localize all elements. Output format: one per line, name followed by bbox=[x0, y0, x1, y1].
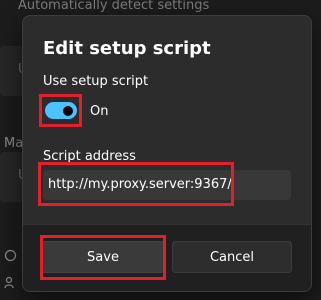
help-icon bbox=[4, 249, 17, 265]
use-setup-script-toggle[interactable] bbox=[45, 102, 77, 119]
feedback-icon bbox=[4, 276, 17, 292]
settings-page: Automatically detect settings U Ma U Edi… bbox=[0, 0, 321, 300]
cancel-button[interactable]: Cancel bbox=[172, 241, 292, 273]
edit-setup-script-dialog: Edit setup script Use setup script On Sc… bbox=[22, 15, 312, 292]
toggle-state-label: On bbox=[90, 104, 109, 119]
background-heading: Automatically detect settings bbox=[18, 0, 210, 13]
toggle-highlight bbox=[39, 94, 82, 127]
use-setup-script-label: Use setup script bbox=[43, 74, 149, 89]
background-section-heading: Ma bbox=[4, 136, 24, 151]
dialog-title: Edit setup script bbox=[43, 38, 211, 59]
script-address-highlight bbox=[38, 162, 234, 206]
save-highlight bbox=[40, 235, 166, 280]
toggle-knob bbox=[63, 106, 73, 116]
